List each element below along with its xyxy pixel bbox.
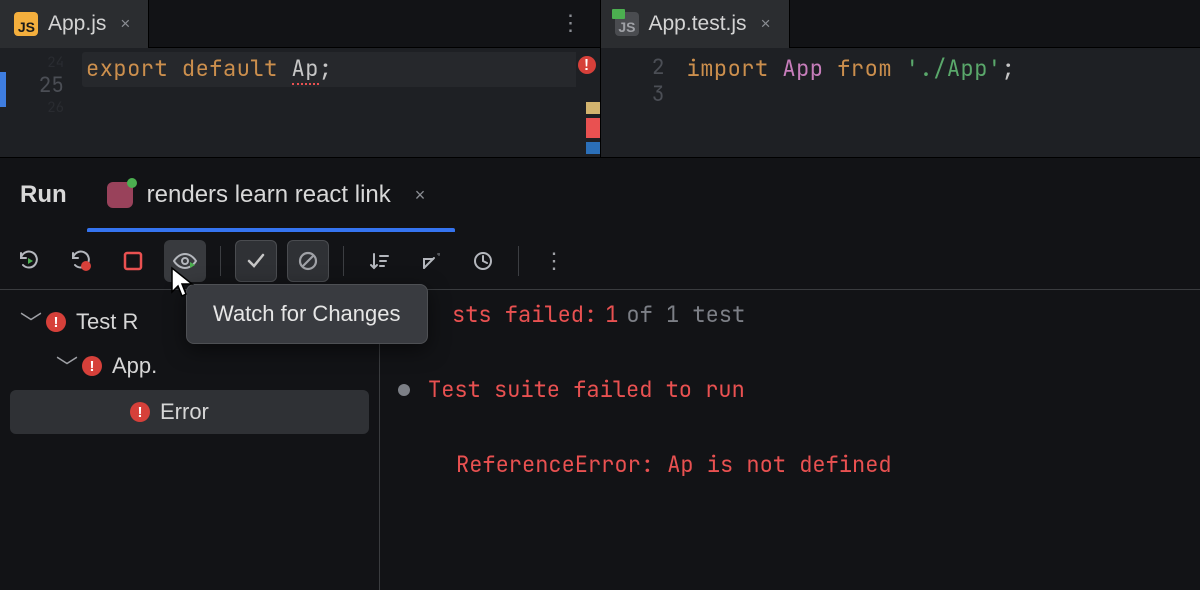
code-lines-right[interactable]: import App from './App'; [687, 48, 1200, 157]
chevron-down-icon[interactable]: ﹀ [56, 350, 72, 382]
code-left[interactable]: 24 25 26 export default Ap; ! [0, 48, 600, 157]
run-tab-label: renders learn react link [147, 181, 391, 209]
editor-right: JS App.test.js × 2 3 import App from './… [601, 0, 1200, 157]
tree-label: Test R [76, 309, 138, 335]
watch-for-changes-button[interactable] [164, 240, 206, 282]
info-marker[interactable] [586, 142, 600, 154]
tree-label: Error [160, 399, 209, 425]
tabbar-left: JS App.js × ⋮ [0, 0, 600, 48]
js-file-icon: JS [14, 12, 38, 36]
gutter-right: 2 3 [601, 48, 687, 157]
marker-strip-left[interactable]: ! [576, 48, 600, 157]
run-panel-header: Run renders learn react link × [0, 158, 1200, 232]
tree-file[interactable]: ﹀ ! App. [0, 344, 379, 388]
error-marker-icon[interactable]: ! [578, 56, 596, 74]
show-ignored-button[interactable] [287, 240, 329, 282]
close-icon[interactable]: × [120, 14, 130, 34]
separator [518, 246, 519, 276]
error-marker[interactable] [586, 118, 600, 138]
tab-app-js[interactable]: JS App.js × [0, 0, 149, 48]
run-label[interactable]: Run [20, 181, 67, 209]
warning-marker[interactable] [586, 102, 600, 114]
tabbar-right: JS App.test.js × [601, 0, 1200, 48]
tree-error-leaf[interactable]: ! Error [10, 390, 369, 434]
error-icon: ! [130, 402, 150, 422]
test-output[interactable]: ! sts failed: 1 of 1 test Test suite fai… [380, 290, 1200, 590]
output-line-1: Test suite failed to run [398, 375, 1200, 404]
tab-options-icon[interactable]: ⋮ [560, 10, 584, 36]
more-options-button[interactable]: ⋮ [533, 240, 575, 282]
gutter-left: 24 25 26 [0, 48, 86, 157]
test-js-file-icon: JS [615, 12, 639, 36]
test-history-button[interactable] [462, 240, 504, 282]
rerun-button[interactable] [8, 240, 50, 282]
output-summary: ! sts failed: 1 of 1 test [398, 300, 1200, 329]
jest-icon [107, 182, 133, 208]
stop-button[interactable] [112, 240, 154, 282]
code-lines-left[interactable]: export default Ap; [86, 48, 600, 157]
run-tab-active[interactable]: renders learn react link × [87, 158, 446, 232]
editor-left: JS App.js × ⋮ 24 25 26 export default Ap… [0, 0, 601, 157]
code-right[interactable]: 2 3 import App from './App'; [601, 48, 1200, 157]
sort-button[interactable] [358, 240, 400, 282]
close-icon[interactable]: × [415, 185, 426, 206]
show-passed-button[interactable] [235, 240, 277, 282]
test-toolbar: ⋮ [0, 232, 1200, 290]
rerun-failed-button[interactable] [60, 240, 102, 282]
tab-label: App.test.js [649, 12, 747, 36]
test-results: ﹀ ! Test R ﹀ ! App. ! Error ! sts failed… [0, 290, 1200, 590]
error-icon: ! [46, 312, 66, 332]
error-icon: ! [82, 356, 102, 376]
tooltip-watch-for-changes: Watch for Changes [186, 284, 428, 344]
error-identifier[interactable]: Ap [292, 54, 319, 85]
close-icon[interactable]: × [761, 14, 771, 34]
tab-app-test-js[interactable]: JS App.test.js × [601, 0, 790, 48]
tab-label: App.js [48, 12, 106, 36]
editor-split: JS App.js × ⋮ 24 25 26 export default Ap… [0, 0, 1200, 158]
bullet-icon [398, 384, 410, 396]
separator [343, 246, 344, 276]
chevron-down-icon[interactable]: ﹀ [20, 306, 36, 338]
separator [220, 246, 221, 276]
tree-label: App. [112, 353, 157, 379]
expand-all-button[interactable] [410, 240, 452, 282]
output-line-2: ReferenceError: Ap is not defined [456, 450, 1200, 479]
